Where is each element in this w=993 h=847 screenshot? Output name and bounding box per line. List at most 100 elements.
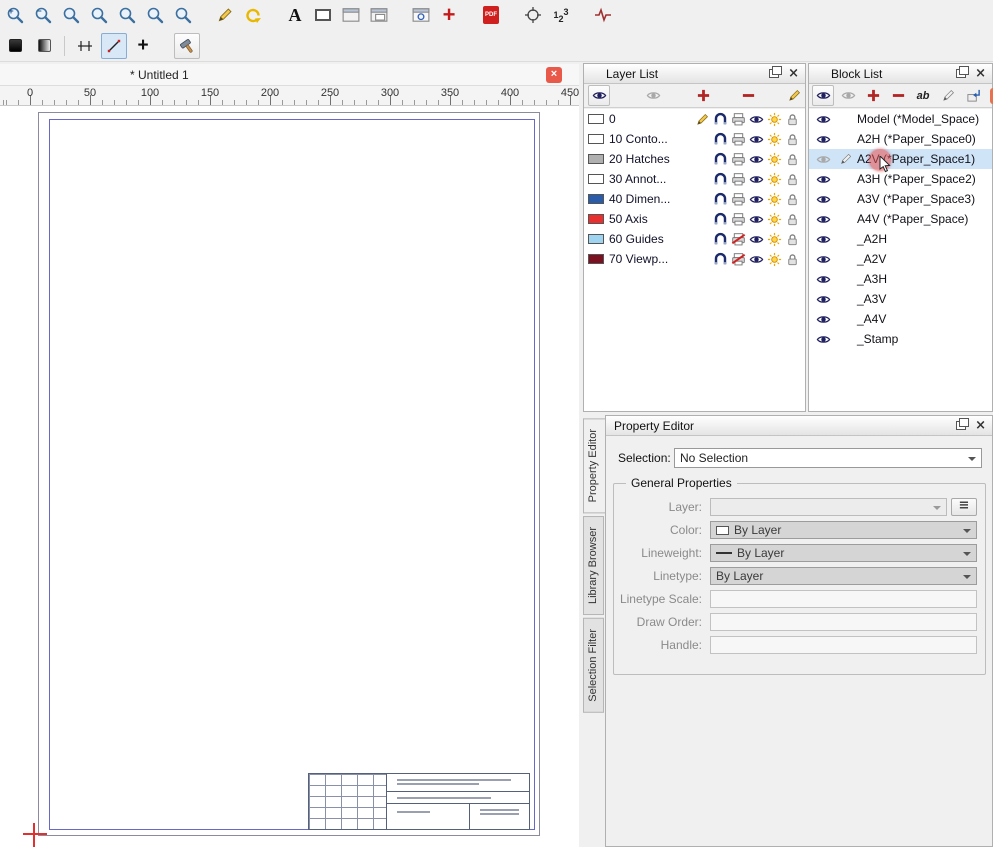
- eye-icon[interactable]: [749, 132, 764, 147]
- document-close-button[interactable]: ×: [546, 67, 562, 83]
- eye-icon[interactable]: [749, 252, 764, 267]
- center-mark-button[interactable]: [520, 2, 546, 28]
- rectangle-tool-button[interactable]: [310, 2, 336, 28]
- magnet-icon[interactable]: [713, 252, 728, 267]
- block-row[interactable]: A4V (*Paper_Space): [809, 209, 992, 229]
- viewport-shape-button[interactable]: [408, 2, 434, 28]
- show-all-blocks-button[interactable]: [812, 85, 834, 106]
- eye-icon[interactable]: [816, 252, 831, 267]
- eye-icon[interactable]: [749, 212, 764, 227]
- tools-button[interactable]: [174, 33, 200, 59]
- add-viewport-button[interactable]: +: [436, 2, 462, 28]
- zoom-pan-button[interactable]: [142, 2, 168, 28]
- close-panel-icon[interactable]: ×: [786, 67, 801, 80]
- sun-icon[interactable]: [767, 232, 782, 247]
- zoom-auto-button[interactable]: [58, 2, 84, 28]
- crosshair-tool-button[interactable]: +: [130, 33, 156, 59]
- eye-icon[interactable]: [816, 212, 831, 227]
- eye-icon[interactable]: [816, 112, 831, 127]
- printer-disabled-icon[interactable]: [731, 232, 746, 247]
- block-row[interactable]: Model (*Model_Space): [809, 109, 992, 129]
- hide-all-layers-button[interactable]: [642, 85, 664, 106]
- zoom-previous-button[interactable]: [86, 2, 112, 28]
- zoom-in-button[interactable]: +: [2, 2, 28, 28]
- solid-fill-button[interactable]: [2, 33, 28, 59]
- block-row[interactable]: A3V (*Paper_Space3): [809, 189, 992, 209]
- polyline-wave-button[interactable]: [590, 2, 616, 28]
- document-tab-title[interactable]: * Untitled 1: [130, 68, 189, 82]
- magnet-icon[interactable]: [713, 152, 728, 167]
- magnet-icon[interactable]: [713, 192, 728, 207]
- gradient-fill-button[interactable]: [31, 33, 57, 59]
- sun-icon[interactable]: [767, 212, 782, 227]
- show-all-layers-button[interactable]: [588, 85, 610, 106]
- sun-icon[interactable]: [767, 152, 782, 167]
- magnet-icon[interactable]: [713, 232, 728, 247]
- edit-tool-button[interactable]: [212, 2, 238, 28]
- lock-icon[interactable]: [785, 132, 800, 147]
- printer-disabled-icon[interactable]: [731, 252, 746, 267]
- sun-icon[interactable]: [767, 252, 782, 267]
- eye-icon[interactable]: [816, 132, 831, 147]
- add-block-button[interactable]: [862, 85, 884, 106]
- layer-row[interactable]: 50 Axis: [584, 209, 805, 229]
- eye-icon[interactable]: [749, 192, 764, 207]
- text-tool-button[interactable]: A: [282, 2, 308, 28]
- edit-block-button[interactable]: [937, 85, 959, 106]
- eye-icon[interactable]: [816, 232, 831, 247]
- close-panel-icon[interactable]: ×: [973, 67, 988, 80]
- eye-icon[interactable]: [816, 292, 831, 307]
- layer-row[interactable]: 30 Annot...: [584, 169, 805, 189]
- eye-icon[interactable]: [816, 152, 831, 167]
- layer-row[interactable]: 40 Dimen...: [584, 189, 805, 209]
- rename-block-button[interactable]: ab: [912, 85, 934, 106]
- block-row[interactable]: _A2V: [809, 249, 992, 269]
- auto-number-button[interactable]: 123: [548, 2, 574, 28]
- layer-row[interactable]: 20 Hatches: [584, 149, 805, 169]
- eye-icon[interactable]: [816, 272, 831, 287]
- magnet-icon[interactable]: [713, 132, 728, 147]
- eye-icon[interactable]: [749, 232, 764, 247]
- sun-icon[interactable]: [767, 192, 782, 207]
- printer-icon[interactable]: [731, 132, 746, 147]
- lock-icon[interactable]: [785, 192, 800, 207]
- eye-icon[interactable]: [816, 172, 831, 187]
- eye-icon[interactable]: [749, 172, 764, 187]
- lock-icon[interactable]: [785, 212, 800, 227]
- tab-property-editor[interactable]: Property Editor: [583, 418, 605, 513]
- block-row[interactable]: _A3H: [809, 269, 992, 289]
- viewport-copy-button[interactable]: [366, 2, 392, 28]
- layer-row[interactable]: 70 Viewp...: [584, 249, 805, 269]
- block-row[interactable]: A2H (*Paper_Space0): [809, 129, 992, 149]
- eye-icon[interactable]: [749, 112, 764, 127]
- magnet-icon[interactable]: [713, 212, 728, 227]
- remove-layer-button[interactable]: [738, 85, 760, 106]
- float-panel-icon[interactable]: [956, 69, 966, 78]
- sun-icon[interactable]: [767, 132, 782, 147]
- insert-block-button[interactable]: [962, 85, 984, 106]
- block-row[interactable]: _A3V: [809, 289, 992, 309]
- magnet-icon[interactable]: [713, 172, 728, 187]
- float-panel-icon[interactable]: [956, 421, 966, 430]
- tab-selection-filter[interactable]: Selection Filter: [583, 618, 604, 713]
- float-panel-icon[interactable]: [769, 69, 779, 78]
- zoom-out-button[interactable]: −: [30, 2, 56, 28]
- selection-combobox[interactable]: No Selection: [674, 448, 982, 468]
- eye-icon[interactable]: [749, 152, 764, 167]
- hide-all-blocks-button[interactable]: [837, 85, 859, 106]
- layer-row[interactable]: 0: [584, 109, 805, 129]
- spacing-tool-button[interactable]: [72, 33, 98, 59]
- edit-layer-button[interactable]: [783, 85, 805, 106]
- block-row[interactable]: _A4V: [809, 309, 992, 329]
- magnet-icon[interactable]: [713, 112, 728, 127]
- printer-icon[interactable]: [731, 192, 746, 207]
- eye-icon[interactable]: [816, 332, 831, 347]
- layer-row[interactable]: 10 Conto...: [584, 129, 805, 149]
- undo-arrow-button[interactable]: [240, 2, 266, 28]
- lock-icon[interactable]: [785, 252, 800, 267]
- add-layer-button[interactable]: [693, 85, 715, 106]
- block-row[interactable]: _A2H: [809, 229, 992, 249]
- block-row[interactable]: A3H (*Paper_Space2): [809, 169, 992, 189]
- remove-block-button[interactable]: [887, 85, 909, 106]
- drawing-canvas[interactable]: [0, 106, 579, 847]
